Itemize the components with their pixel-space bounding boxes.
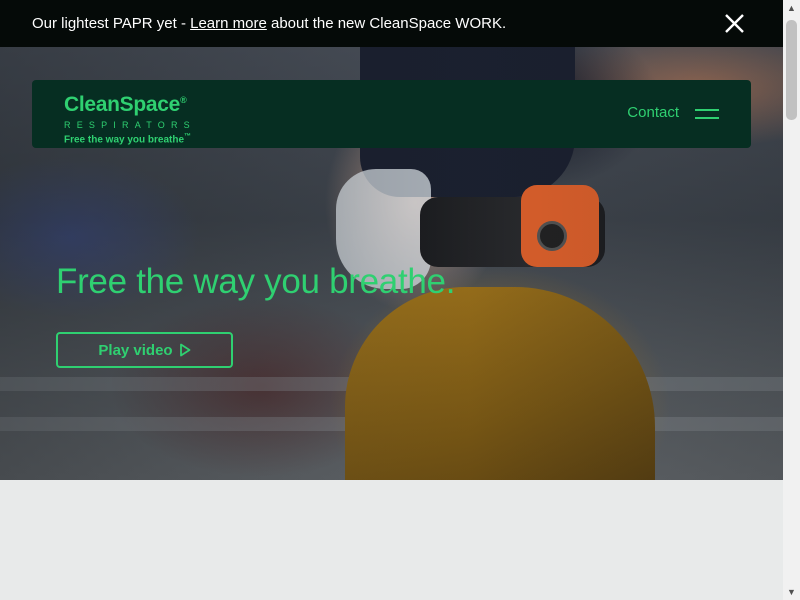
page-scrollbar[interactable]: ▲ ▼ — [783, 0, 800, 600]
contact-link[interactable]: Contact — [627, 104, 679, 121]
hero-headline: Free the way you breathe. — [56, 262, 456, 301]
cleanspace-logo[interactable]: CleanSpace® RESPIRATORS Free the way you… — [64, 89, 196, 146]
scroll-up-icon[interactable]: ▲ — [787, 3, 796, 13]
announcement-prefix: Our lightest PAPR yet - — [32, 15, 191, 32]
scrollbar-thumb[interactable] — [786, 20, 797, 120]
logo-subtitle: RESPIRATORS — [64, 120, 196, 130]
close-icon[interactable] — [724, 13, 745, 34]
play-icon — [179, 343, 190, 357]
announcement-bar: Our lightest PAPR yet - Learn more about… — [0, 0, 783, 47]
logo-registered-mark: ® — [180, 95, 187, 105]
logo-tagline: Free the way you breathe — [64, 134, 185, 146]
learn-more-link[interactable]: Learn more — [190, 15, 267, 32]
scroll-down-icon[interactable]: ▼ — [787, 587, 796, 597]
play-video-button[interactable]: Play video — [56, 332, 233, 368]
site-header: CleanSpace® RESPIRATORS Free the way you… — [32, 80, 751, 148]
logo-wordmark: CleanSpace — [64, 93, 181, 116]
play-video-label: Play video — [98, 341, 173, 359]
announcement-suffix: about the new CleanSpace WORK. — [266, 15, 507, 32]
logo-tagline-mark: ™ — [184, 133, 192, 140]
hamburger-menu-icon[interactable] — [695, 106, 719, 122]
